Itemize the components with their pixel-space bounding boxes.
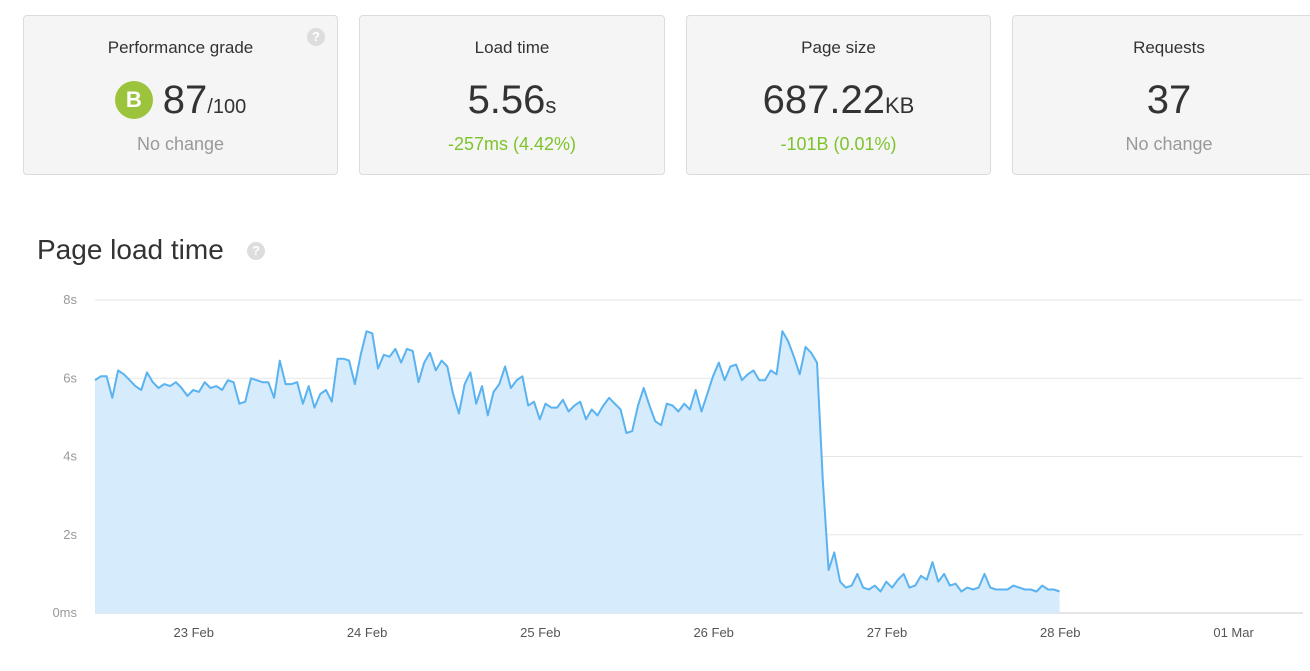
x-tick-label: 27 Feb: [867, 625, 907, 640]
y-axis-ticks: 0ms 2s 4s 6s 8s: [52, 292, 77, 620]
page-size-change: -101B (0.01%): [780, 134, 897, 154]
x-tick-label: 26 Feb: [693, 625, 733, 640]
page-size-number: 687.22: [762, 78, 885, 122]
x-tick-label: 23 Feb: [174, 625, 214, 640]
requests-card: Requests 37 No change: [1012, 15, 1310, 175]
load-time-unit: s: [545, 93, 557, 118]
requests-title: Requests: [1133, 38, 1205, 57]
x-tick-label: 01 Mar: [1213, 625, 1254, 640]
page-size-value: 687.22KB: [687, 76, 990, 130]
requests-value: 37: [1013, 76, 1310, 124]
grade-score: 87: [162, 78, 208, 122]
x-tick-label: 25 Feb: [520, 625, 560, 640]
load-time-number: 5.56: [467, 78, 546, 122]
x-tick-label: 24 Feb: [347, 625, 387, 640]
load-time-area: [95, 331, 1060, 613]
load-time-value: 5.56s: [360, 76, 664, 130]
page-size-unit: KB: [884, 93, 915, 118]
performance-grade-card: ? Performance grade B 87/100 No change: [23, 15, 338, 175]
y-tick-label: 4s: [63, 449, 77, 464]
requests-change: No change: [1125, 134, 1213, 154]
performance-grade-value: B 87/100: [24, 76, 337, 131]
requests-number: 37: [1146, 78, 1192, 122]
load-time-card: Load time 5.56s -257ms (4.42%): [359, 15, 665, 175]
page-load-time-title: Page load time: [37, 234, 224, 265]
performance-grade-title: Performance grade: [107, 38, 254, 57]
y-tick-label: 8s: [63, 292, 77, 307]
grade-badge: B: [114, 81, 153, 119]
load-time-title: Load time: [474, 38, 550, 57]
grade-denominator: /100: [207, 96, 247, 118]
page-size-card: Page size 687.22KB -101B (0.01%): [686, 15, 991, 175]
page-size-title: Page size: [801, 38, 876, 57]
x-axis-ticks: 23 Feb 24 Feb 25 Feb 26 Feb 27 Feb 28 Feb 01 M…: [174, 625, 1255, 640]
y-tick-label: 2s: [63, 527, 77, 542]
help-icon[interactable]: ?: [247, 242, 265, 260]
x-tick-label: 28 Feb: [1040, 625, 1080, 640]
y-tick-label: 0ms: [52, 605, 77, 620]
y-tick-label: 6s: [63, 370, 77, 385]
load-time-change: -257ms (4.42%): [447, 134, 577, 154]
performance-grade-change: No change: [136, 134, 225, 154]
page-load-time-chart: 0ms 2s 4s 6s 8s 23 Feb 24 Feb 25 Feb 26 Feb 27 F…: [52, 292, 1303, 640]
